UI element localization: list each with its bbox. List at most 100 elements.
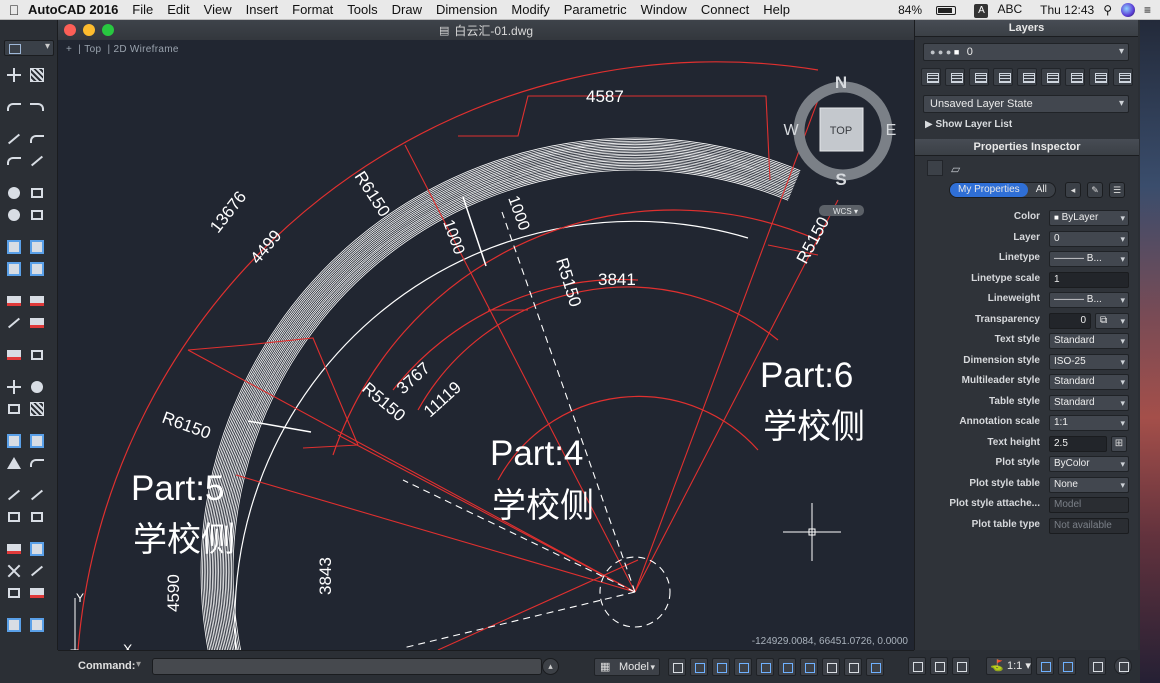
explode-tool-icon[interactable] [5, 540, 23, 558]
layer-match-icon[interactable] [28, 292, 46, 310]
annotation-scale-button[interactable]: 1:1 ▾ [986, 657, 1032, 675]
dynamic-input-icon[interactable] [822, 658, 840, 676]
eraser-icon[interactable] [28, 346, 46, 364]
viewport-controls-label[interactable]: + | Top | 2D Wireframe [66, 44, 179, 55]
menu-file[interactable]: File [132, 2, 153, 17]
layer-freeze-icon[interactable] [993, 68, 1013, 86]
scale-tool-icon[interactable] [5, 400, 23, 418]
zoom-icon[interactable] [930, 657, 948, 675]
app-name-menu[interactable]: AutoCAD 2016 [28, 2, 118, 17]
layer-unisolate-icon[interactable] [969, 68, 989, 86]
close-window-button[interactable] [64, 24, 76, 36]
show-layer-list-toggle[interactable]: ▶ Show Layer List [925, 119, 1012, 130]
menu-edit[interactable]: Edit [167, 2, 189, 17]
layer-isolate-icon[interactable] [945, 68, 965, 86]
line-tool-icon[interactable] [5, 130, 23, 148]
menu-draw[interactable]: Draw [392, 2, 422, 17]
table-tool-icon[interactable] [28, 616, 46, 634]
lineweight-display-icon[interactable] [844, 658, 862, 676]
viewport-menu-plus[interactable]: + [66, 44, 72, 55]
aligned-dimension-icon[interactable] [28, 562, 46, 580]
all-properties-tab[interactable]: All [1028, 183, 1055, 197]
current-layer-dropdown[interactable]: ● ● ● ■ 0 [923, 43, 1129, 61]
quick-properties-tab-icon[interactable]: ▱ [951, 160, 967, 176]
move-tool-icon[interactable] [5, 378, 23, 396]
zoom-window-button[interactable] [102, 24, 114, 36]
list-properties-icon[interactable] [28, 314, 46, 332]
join-tool-icon[interactable] [28, 540, 46, 558]
apple-menu-icon[interactable]:  [0, 2, 28, 18]
layer-unlock-icon[interactable] [1065, 68, 1085, 86]
prop-lineweight-dropdown[interactable]: ——— B... [1049, 292, 1129, 308]
menu-help[interactable]: Help [763, 2, 790, 17]
steering-wheel-icon[interactable] [952, 657, 970, 675]
customization-icon[interactable] [1114, 657, 1132, 675]
layer-match-icon-panel[interactable] [1089, 68, 1109, 86]
battery-status[interactable]: 84% [898, 3, 965, 17]
rotate-tool-icon[interactable] [28, 378, 46, 396]
linear-dimension-icon[interactable] [5, 562, 23, 580]
layer-state-dropdown[interactable]: Unsaved Layer State [923, 95, 1129, 113]
view-label[interactable]: Top [84, 44, 101, 55]
menu-format[interactable]: Format [292, 2, 333, 17]
select-objects-icon[interactable]: ◂ [1065, 182, 1081, 198]
layer-off-icon[interactable] [1017, 68, 1037, 86]
undo-icon[interactable] [5, 98, 23, 116]
layer-previous-icon[interactable] [1113, 68, 1133, 86]
leader-tool-icon[interactable] [28, 584, 46, 602]
siri-icon[interactable] [1120, 3, 1135, 17]
chamfer-tool-icon[interactable] [28, 508, 46, 526]
array-tool-icon[interactable] [28, 432, 46, 450]
menu-parametric[interactable]: Parametric [564, 2, 627, 17]
match-properties-icon[interactable] [5, 292, 23, 310]
prop-dimension-style-dropdown[interactable]: ISO-25 [1049, 354, 1129, 370]
menu-dimension[interactable]: Dimension [436, 2, 497, 17]
window-titlebar[interactable]: ▤ 白云汇-01.dwg [58, 20, 914, 40]
prop-text-style-dropdown[interactable]: Standard [1049, 333, 1129, 349]
prop-linetype-dropdown[interactable]: ——— B... [1049, 251, 1129, 267]
menu-tools[interactable]: Tools [347, 2, 377, 17]
erase-fill-icon[interactable] [5, 346, 23, 364]
auto-scale-icon[interactable] [1058, 657, 1076, 675]
wblock-icon[interactable] [5, 260, 23, 278]
annotation-visibility-icon[interactable] [1036, 657, 1054, 675]
stretch-tool-icon[interactable] [28, 400, 46, 418]
pickbox-icon[interactable] [5, 314, 23, 332]
object-snap-tracking-icon[interactable] [800, 658, 818, 676]
menu-insert[interactable]: Insert [246, 2, 279, 17]
circle-tool-icon[interactable] [5, 184, 23, 202]
mirror-tool-icon[interactable] [5, 454, 23, 472]
fullscreen-icon[interactable] [1088, 657, 1106, 675]
minimize-window-button[interactable] [83, 24, 95, 36]
fillet-tool-icon[interactable] [5, 508, 23, 526]
arc-tool-icon[interactable] [28, 130, 46, 148]
object-snap-icon[interactable] [778, 658, 796, 676]
menu-view[interactable]: View [204, 2, 232, 17]
polar-tracking-icon[interactable] [756, 658, 774, 676]
prop-color-dropdown[interactable]: ■ ByLayer [1049, 210, 1129, 226]
command-input[interactable] [152, 658, 542, 675]
prop-linetype-scale-field[interactable]: 1 [1049, 272, 1129, 288]
properties-tab-icon[interactable] [927, 160, 943, 176]
block-create-icon[interactable] [28, 238, 46, 256]
pick-objects-icon[interactable]: ✎ [1087, 182, 1103, 198]
prop-plot-style-dropdown[interactable]: ByColor [1049, 456, 1129, 472]
command-history-chevron-icon[interactable]: ▾ [136, 659, 141, 670]
dimension-style-icon[interactable] [5, 584, 23, 602]
ellipse-tool-icon[interactable] [5, 206, 23, 224]
tool-set-dropdown[interactable] [4, 40, 54, 56]
prop-plot-style-table-dropdown[interactable]: None [1049, 477, 1129, 493]
block-insert-icon[interactable] [5, 238, 23, 256]
my-properties-tab[interactable]: My Properties [950, 183, 1028, 197]
layer-properties-icon[interactable] [921, 68, 941, 86]
menu-connect[interactable]: Connect [701, 2, 749, 17]
polyline-tool-icon[interactable] [5, 152, 23, 170]
pan-hand-icon[interactable] [908, 657, 926, 675]
rectangle-tool-icon[interactable] [28, 184, 46, 202]
clock[interactable]: Thu 12:43 [1040, 3, 1094, 17]
menu-modify[interactable]: Modify [511, 2, 549, 17]
spotlight-search-icon[interactable]: ⚲ [1103, 3, 1112, 17]
transparency-display-icon[interactable] [866, 658, 884, 676]
prop-multileader-style-dropdown[interactable]: Standard [1049, 374, 1129, 390]
prop-transparency-field[interactable]: 0 [1049, 313, 1091, 329]
